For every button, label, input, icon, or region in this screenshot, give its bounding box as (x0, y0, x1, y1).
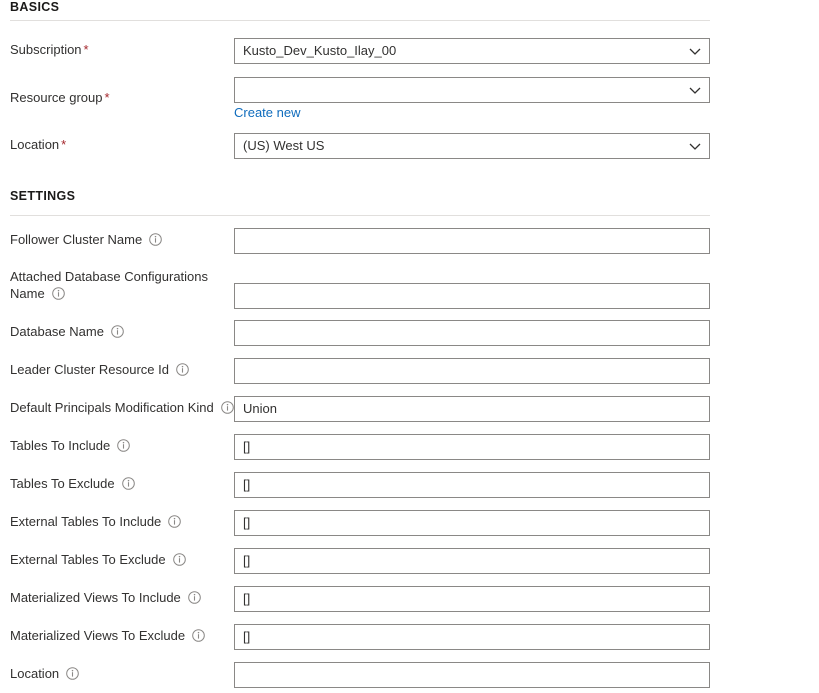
section-title-settings: SETTINGS (10, 189, 75, 203)
label-external-tables-to-include: External Tables To Include (10, 513, 181, 530)
attached-database-configurations-name-value (243, 284, 701, 308)
label-tables-to-exclude-text: Tables To Exclude (10, 476, 115, 491)
info-icon[interactable] (149, 233, 162, 246)
required-indicator: * (61, 137, 66, 152)
label-materialized-views-to-include: Materialized Views To Include (10, 589, 201, 606)
label-location-settings-text: Location (10, 666, 59, 681)
required-indicator: * (105, 90, 110, 105)
label-external-tables-to-include-text: External Tables To Include (10, 514, 161, 529)
resource-group-value (243, 78, 679, 102)
chevron-down-icon (688, 44, 702, 58)
info-icon[interactable] (188, 591, 201, 604)
label-leader-cluster-resource-id: Leader Cluster Resource Id (10, 361, 189, 378)
follower-cluster-name-input[interactable] (234, 228, 710, 254)
label-materialized-views-to-exclude: Materialized Views To Exclude (10, 627, 205, 644)
info-icon[interactable] (52, 287, 65, 300)
external-tables-to-exclude-input[interactable]: [] (234, 548, 710, 574)
external-tables-to-include-input[interactable]: [] (234, 510, 710, 536)
create-new-resource-group-link[interactable]: Create new (234, 105, 300, 121)
label-database-name: Database Name (10, 323, 124, 340)
location-settings-value (243, 663, 701, 687)
follower-cluster-name-value (243, 229, 701, 253)
materialized-views-to-include-value: [] (243, 587, 701, 611)
materialized-views-to-exclude-input[interactable]: [] (234, 624, 710, 650)
materialized-views-to-exclude-value: [] (243, 625, 701, 649)
leader-cluster-resource-id-value (243, 359, 701, 383)
label-tables-to-include: Tables To Include (10, 437, 130, 454)
info-icon[interactable] (221, 401, 234, 414)
location-settings-input[interactable] (234, 662, 710, 688)
database-name-value (243, 321, 701, 345)
info-icon[interactable] (122, 477, 135, 490)
info-icon[interactable] (176, 363, 189, 376)
tables-to-exclude-input[interactable]: [] (234, 472, 710, 498)
info-icon[interactable] (66, 667, 79, 680)
info-icon[interactable] (111, 325, 124, 338)
tables-to-include-input[interactable]: [] (234, 434, 710, 460)
label-resource-group: Resource group* (10, 89, 110, 106)
default-principals-modification-kind-value: Union (243, 397, 701, 421)
chevron-down-icon (688, 139, 702, 153)
label-subscription: Subscription* (10, 41, 89, 58)
location-dropdown[interactable]: (US) West US (234, 133, 710, 159)
label-materialized-views-to-exclude-text: Materialized Views To Exclude (10, 628, 185, 643)
info-icon[interactable] (168, 515, 181, 528)
label-attached-database-configurations-name-text: Attached Database Configurations Name (10, 269, 208, 301)
label-external-tables-to-exclude-text: External Tables To Exclude (10, 552, 166, 567)
label-default-principals-modification-kind: Default Principals Modification Kind (10, 399, 234, 416)
label-materialized-views-to-include-text: Materialized Views To Include (10, 590, 181, 605)
location-value: (US) West US (243, 134, 679, 158)
external-tables-to-exclude-value: [] (243, 549, 701, 573)
info-icon[interactable] (117, 439, 130, 452)
attached-database-configurations-name-input[interactable] (234, 283, 710, 309)
subscription-value: Kusto_Dev_Kusto_Ilay_00 (243, 39, 679, 63)
resource-group-dropdown[interactable] (234, 77, 710, 103)
materialized-views-to-include-input[interactable]: [] (234, 586, 710, 612)
required-indicator: * (84, 42, 89, 57)
label-default-principals-modification-kind-text: Default Principals Modification Kind (10, 400, 214, 415)
label-attached-database-configurations-name: Attached Database Configurations Name (10, 268, 225, 302)
label-location-basics: Location* (10, 136, 66, 153)
tables-to-exclude-value: [] (243, 473, 701, 497)
section-divider-basics (10, 20, 710, 21)
label-leader-cluster-resource-id-text: Leader Cluster Resource Id (10, 362, 169, 377)
external-tables-to-include-value: [] (243, 511, 701, 535)
section-divider-settings (10, 215, 710, 216)
leader-cluster-resource-id-input[interactable] (234, 358, 710, 384)
default-principals-modification-kind-input[interactable]: Union (234, 396, 710, 422)
label-tables-to-include-text: Tables To Include (10, 438, 110, 453)
label-follower-cluster-name: Follower Cluster Name (10, 231, 162, 248)
label-database-name-text: Database Name (10, 324, 104, 339)
info-icon[interactable] (192, 629, 205, 642)
label-location-settings: Location (10, 665, 79, 682)
label-external-tables-to-exclude: External Tables To Exclude (10, 551, 186, 568)
info-icon[interactable] (173, 553, 186, 566)
label-location-basics-text: Location (10, 137, 59, 152)
tables-to-include-value: [] (243, 435, 701, 459)
label-tables-to-exclude: Tables To Exclude (10, 475, 135, 492)
section-title-basics: BASICS (10, 0, 59, 14)
deployment-form: BASICS Subscription* Kusto_Dev_Kusto_Ila… (0, 0, 819, 693)
label-resource-group-text: Resource group (10, 90, 103, 105)
label-follower-cluster-name-text: Follower Cluster Name (10, 232, 142, 247)
subscription-dropdown[interactable]: Kusto_Dev_Kusto_Ilay_00 (234, 38, 710, 64)
database-name-input[interactable] (234, 320, 710, 346)
label-subscription-text: Subscription (10, 42, 82, 57)
chevron-down-icon (688, 83, 702, 97)
